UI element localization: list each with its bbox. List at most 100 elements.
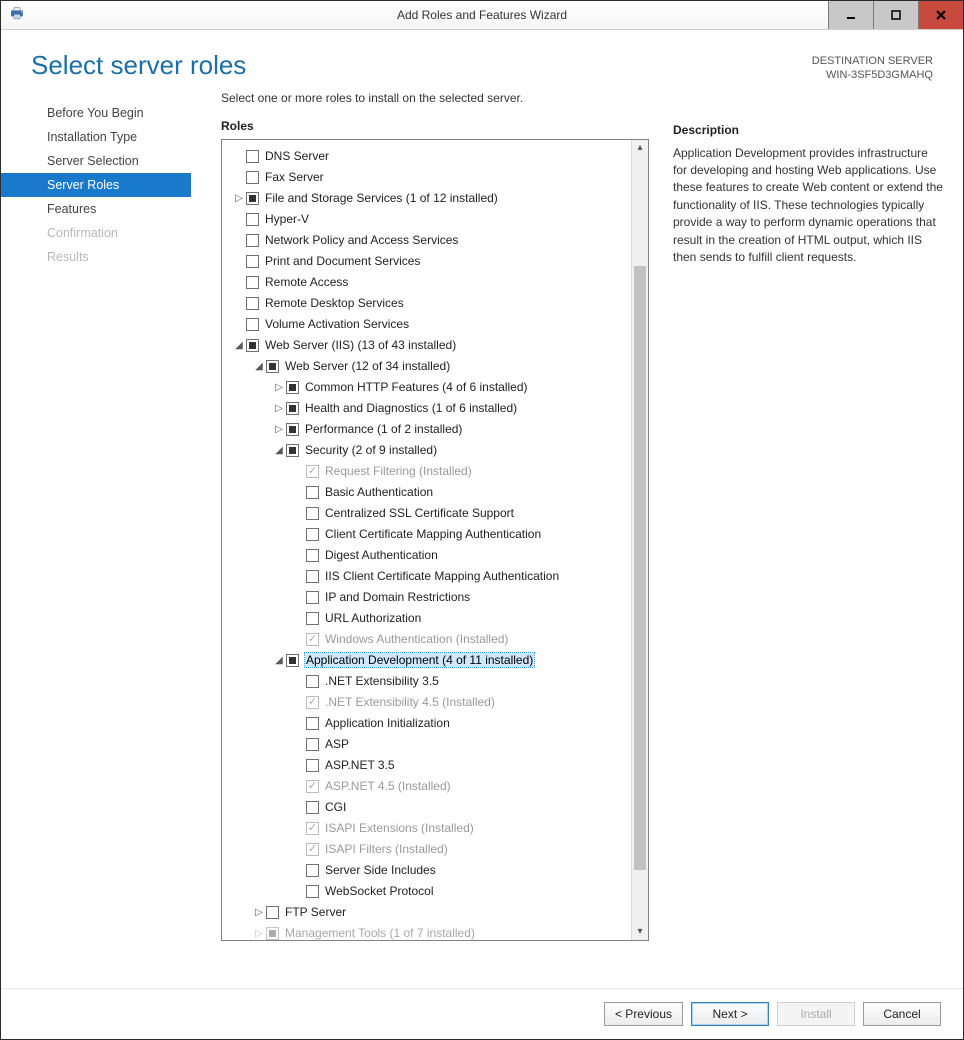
tree-checkbox[interactable] [306, 738, 319, 751]
tree-node[interactable]: Remote Access [224, 272, 630, 293]
tree-node[interactable]: Fax Server [224, 167, 630, 188]
tree-expand-icon[interactable]: ▷ [252, 928, 266, 939]
scroll-thumb[interactable] [634, 266, 646, 870]
tree-checkbox[interactable] [306, 507, 319, 520]
tree-checkbox[interactable] [306, 570, 319, 583]
scroll-down-arrow-icon[interactable]: ▾ [632, 924, 648, 940]
roles-label: Roles [221, 119, 649, 133]
tree-node-label: Common HTTP Features (4 of 6 installed) [305, 380, 528, 394]
tree-node[interactable]: Application Initialization [224, 713, 630, 734]
tree-node[interactable]: ISAPI Filters (Installed) [224, 839, 630, 860]
tree-node[interactable]: Windows Authentication (Installed) [224, 629, 630, 650]
tree-node[interactable]: .NET Extensibility 3.5 [224, 671, 630, 692]
tree-checkbox[interactable] [286, 423, 299, 436]
tree-node[interactable]: WebSocket Protocol [224, 881, 630, 902]
wizard-step[interactable]: Before You Begin [1, 101, 191, 125]
tree-checkbox[interactable] [246, 192, 259, 205]
tree-checkbox[interactable] [246, 234, 259, 247]
tree-checkbox[interactable] [306, 675, 319, 688]
tree-node[interactable]: ▷File and Storage Services (1 of 12 inst… [224, 188, 630, 209]
scroll-up-arrow-icon[interactable]: ▴ [632, 140, 648, 156]
maximize-button[interactable] [873, 1, 918, 29]
tree-node[interactable]: Server Side Includes [224, 860, 630, 881]
tree-node[interactable]: ▷ Common HTTP Features (4 of 6 installed) [224, 377, 630, 398]
wizard-step[interactable]: Server Selection [1, 149, 191, 173]
tree-node[interactable]: IP and Domain Restrictions [224, 587, 630, 608]
previous-button[interactable]: < Previous [604, 1002, 683, 1026]
tree-collapse-icon[interactable]: ◢ [272, 655, 286, 666]
tree-checkbox[interactable] [286, 654, 299, 667]
tree-checkbox[interactable] [286, 444, 299, 457]
install-button[interactable]: Install [777, 1002, 855, 1026]
tree-checkbox[interactable] [246, 150, 259, 163]
cancel-button[interactable]: Cancel [863, 1002, 941, 1026]
tree-checkbox[interactable] [246, 276, 259, 289]
tree-node[interactable]: ◢Security (2 of 9 installed) [224, 440, 630, 461]
tree-node[interactable]: Hyper-V [224, 209, 630, 230]
tree-node[interactable]: ▷Performance (1 of 2 installed) [224, 419, 630, 440]
tree-node[interactable]: Centralized SSL Certificate Support [224, 503, 630, 524]
tree-node[interactable]: Client Certificate Mapping Authenticatio… [224, 524, 630, 545]
tree-node[interactable]: ◢Web Server (12 of 34 installed) [224, 356, 630, 377]
tree-node[interactable]: Print and Document Services [224, 251, 630, 272]
tree-checkbox[interactable] [306, 759, 319, 772]
tree-node[interactable]: ◢Application Development (4 of 11 instal… [224, 650, 630, 671]
tree-node[interactable]: ISAPI Extensions (Installed) [224, 818, 630, 839]
roles-scrollbar[interactable]: ▴ ▾ [631, 140, 648, 940]
tree-checkbox[interactable] [286, 402, 299, 415]
tree-expand-icon[interactable]: ▷ [272, 403, 286, 414]
tree-checkbox[interactable] [266, 360, 279, 373]
tree-checkbox[interactable] [246, 171, 259, 184]
tree-checkbox[interactable] [246, 318, 259, 331]
tree-checkbox[interactable] [246, 297, 259, 310]
tree-node[interactable]: ▷FTP Server [224, 902, 630, 923]
tree-checkbox[interactable] [246, 213, 259, 226]
tree-node[interactable]: ASP.NET 4.5 (Installed) [224, 776, 630, 797]
tree-checkbox[interactable] [306, 612, 319, 625]
tree-checkbox[interactable] [246, 255, 259, 268]
next-button[interactable]: Next > [691, 1002, 769, 1026]
tree-node[interactable]: Volume Activation Services [224, 314, 630, 335]
wizard-step[interactable]: Features [1, 197, 191, 221]
tree-node[interactable]: ▷Health and Diagnostics (1 of 6 installe… [224, 398, 630, 419]
tree-collapse-icon[interactable]: ◢ [252, 361, 266, 372]
tree-checkbox[interactable] [306, 486, 319, 499]
tree-node[interactable]: ASP.NET 3.5 [224, 755, 630, 776]
close-button[interactable] [918, 1, 963, 29]
tree-checkbox[interactable] [286, 381, 299, 394]
wizard-step[interactable]: Server Roles [1, 173, 191, 197]
tree-checkbox[interactable] [266, 906, 279, 919]
tree-expand-icon[interactable]: ▷ [272, 424, 286, 435]
minimize-button[interactable] [828, 1, 873, 29]
tree-expand-icon[interactable]: ▷ [272, 382, 286, 393]
tree-node[interactable]: Basic Authentication [224, 482, 630, 503]
tree-checkbox[interactable] [266, 927, 279, 940]
tree-checkbox[interactable] [306, 864, 319, 877]
tree-node[interactable]: ASP [224, 734, 630, 755]
tree-node[interactable]: URL Authorization [224, 608, 630, 629]
tree-node[interactable]: ◢Web Server (IIS) (13 of 43 installed) [224, 335, 630, 356]
roles-tree[interactable]: DNS Server Fax Server ▷File and Storage Se… [222, 140, 632, 940]
wizard-step[interactable]: Installation Type [1, 125, 191, 149]
tree-collapse-icon[interactable]: ◢ [232, 340, 246, 351]
tree-node-label: Fax Server [265, 170, 324, 184]
tree-node[interactable]: IIS Client Certificate Mapping Authentic… [224, 566, 630, 587]
tree-node[interactable]: DNS Server [224, 146, 630, 167]
tree-checkbox[interactable] [306, 717, 319, 730]
tree-checkbox[interactable] [306, 801, 319, 814]
tree-node[interactable]: Remote Desktop Services [224, 293, 630, 314]
tree-node[interactable]: CGI [224, 797, 630, 818]
tree-node[interactable]: Network Policy and Access Services [224, 230, 630, 251]
tree-checkbox[interactable] [306, 885, 319, 898]
tree-checkbox[interactable] [306, 528, 319, 541]
tree-expand-icon[interactable]: ▷ [252, 907, 266, 918]
tree-checkbox[interactable] [246, 339, 259, 352]
tree-expand-icon[interactable]: ▷ [232, 193, 246, 204]
tree-node[interactable]: Digest Authentication [224, 545, 630, 566]
tree-node[interactable]: Request Filtering (Installed) [224, 461, 630, 482]
tree-node[interactable]: .NET Extensibility 4.5 (Installed) [224, 692, 630, 713]
tree-checkbox[interactable] [306, 549, 319, 562]
tree-node[interactable]: ▷Management Tools (1 of 7 installed) [224, 923, 630, 940]
tree-checkbox[interactable] [306, 591, 319, 604]
tree-collapse-icon[interactable]: ◢ [272, 445, 286, 456]
